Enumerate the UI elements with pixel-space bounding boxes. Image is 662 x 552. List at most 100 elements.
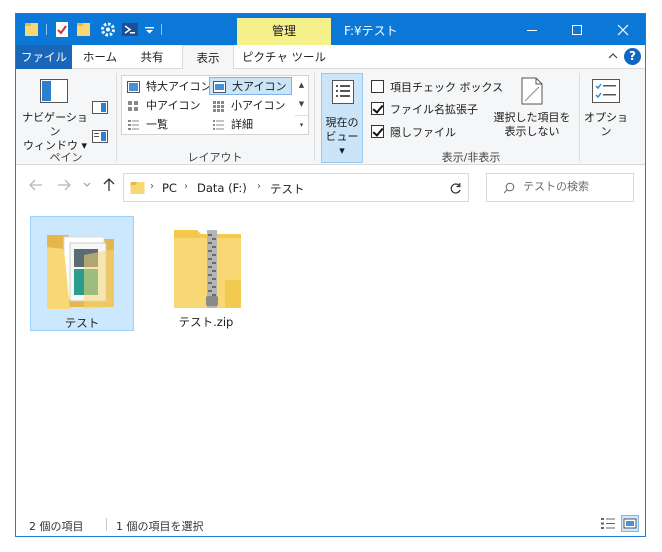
- title-bar: 管理 F:¥テスト: [16, 14, 645, 45]
- minimize-button[interactable]: [509, 14, 555, 45]
- current-view-label-1: 現在の: [325, 116, 359, 129]
- gear-icon[interactable]: [100, 21, 116, 38]
- file-name: テスト: [64, 316, 100, 330]
- properties-icon[interactable]: [54, 21, 70, 38]
- qat-separator: [161, 24, 162, 35]
- folder-icon[interactable]: [24, 21, 40, 38]
- layout-large-icons[interactable]: 大アイコン: [209, 77, 292, 95]
- breadcrumb-folder[interactable]: テスト: [270, 181, 305, 197]
- search-box[interactable]: [486, 173, 634, 202]
- tab-view[interactable]: 表示: [182, 45, 234, 70]
- breadcrumb-separator: ›: [184, 181, 188, 192]
- list-icon: [128, 120, 139, 130]
- close-icon: [617, 24, 629, 35]
- refresh-icon: [450, 183, 461, 194]
- layout-details[interactable]: 詳細: [209, 116, 292, 134]
- details-pane-icon[interactable]: [92, 130, 108, 143]
- recent-locations-chevron-icon[interactable]: [83, 182, 91, 188]
- help-icon[interactable]: ?: [624, 48, 641, 65]
- group-separator: [579, 73, 580, 161]
- maximize-button[interactable]: [554, 14, 600, 45]
- hide-selected-label-1: 選択した項目を: [493, 111, 571, 124]
- layout-list[interactable]: 一覧: [124, 116, 207, 134]
- minimize-icon: [527, 29, 537, 31]
- layout-label: 中アイコン: [146, 99, 201, 112]
- layout-gallery: 特大アイコン 大アイコン 中アイコン 小アイコン 一覧 詳細 ▲ ▼ ▾: [121, 75, 309, 135]
- current-view-icon: [332, 80, 354, 104]
- item-count: 2 個の項目: [29, 520, 84, 533]
- breadcrumb-separator: ›: [150, 181, 154, 192]
- details-icon: [213, 120, 224, 130]
- refresh-button[interactable]: [442, 173, 469, 202]
- tab-share[interactable]: 共有: [128, 45, 176, 69]
- explorer-window: 管理 F:¥テスト ファイル ホーム 共有 表示 ピクチャ ツール ? ナビゲー…: [15, 13, 646, 537]
- layout-small-icons[interactable]: 小アイコン: [209, 97, 292, 115]
- file-name: テスト.zip: [178, 315, 234, 329]
- details-view-icon[interactable]: [599, 515, 617, 532]
- current-view-button[interactable]: 現在の ビュー ▾: [321, 73, 363, 163]
- group-label-layout: レイアウト: [187, 151, 243, 164]
- close-button[interactable]: [600, 14, 645, 45]
- layout-scroll-down[interactable]: ▼: [295, 95, 308, 114]
- group-separator: [116, 73, 117, 161]
- group-separator: [314, 73, 315, 161]
- options-icon: [592, 79, 620, 103]
- status-separator: [106, 518, 107, 531]
- file-list: テスト テスト.zip: [16, 208, 645, 510]
- preview-pane-icon[interactable]: [92, 101, 108, 114]
- folder-icon: [130, 182, 145, 194]
- file-extensions-checkbox[interactable]: [371, 102, 384, 115]
- qat-separator: [46, 24, 47, 35]
- maximize-icon: [572, 24, 582, 35]
- ribbon-tabs: ファイル ホーム 共有 表示 ピクチャ ツール ?: [16, 45, 645, 70]
- navigation-pane-icon: [40, 79, 68, 103]
- group-label-panes: ペイン: [49, 151, 83, 164]
- up-arrow-icon[interactable]: [102, 178, 116, 192]
- back-arrow-icon[interactable]: [29, 178, 43, 192]
- folder-icon: [47, 235, 114, 309]
- layout-label: 大アイコン: [232, 80, 287, 93]
- ribbon-collapse-icon[interactable]: [607, 49, 619, 63]
- item-checkboxes-checkbox[interactable]: [371, 80, 384, 93]
- status-bar: 2 個の項目 1 個の項目を選択: [16, 510, 645, 536]
- layout-medium-icons[interactable]: 中アイコン: [124, 97, 207, 115]
- breadcrumb-drive[interactable]: Data (F:): [197, 181, 247, 195]
- window-title: F:¥テスト: [344, 24, 398, 38]
- hide-selected-icon: [521, 77, 543, 105]
- selection-count: 1 個の項目を選択: [116, 520, 204, 533]
- tab-home[interactable]: ホーム: [76, 45, 124, 69]
- medium-icons-icon: [128, 101, 138, 111]
- forward-arrow-icon[interactable]: [57, 178, 71, 192]
- large-icons-view-icon[interactable]: [621, 515, 639, 532]
- list-item[interactable]: テスト: [30, 216, 134, 331]
- layout-expand[interactable]: ▾: [295, 115, 308, 135]
- navigation-pane-button[interactable]: ナビゲーション ウィンドウ ▾: [20, 111, 90, 153]
- address-bar[interactable]: › PC › Data (F:) › テスト: [123, 173, 538, 202]
- layout-extra-large-icons[interactable]: 特大アイコン: [124, 78, 211, 96]
- hidden-items-label: 隠しファイル: [390, 126, 456, 139]
- search-input[interactable]: [523, 180, 627, 193]
- list-item[interactable]: テスト.zip: [154, 216, 258, 331]
- item-checkboxes-label: 項目チェック ボックス: [390, 81, 504, 94]
- layout-scroll-up[interactable]: ▲: [295, 76, 308, 95]
- small-icons-icon: [213, 101, 224, 112]
- tab-picture-tools[interactable]: ピクチャ ツール: [238, 45, 330, 69]
- powershell-icon[interactable]: [122, 21, 138, 38]
- hidden-items-checkbox[interactable]: [371, 125, 384, 138]
- breadcrumb-separator: ›: [257, 181, 261, 192]
- zip-folder-icon: [174, 230, 241, 308]
- contextual-tab-manage[interactable]: 管理: [237, 18, 331, 45]
- large-icons-icon: [213, 81, 226, 93]
- extra-large-icons-icon: [127, 81, 140, 93]
- hide-selected-button[interactable]: 選択した項目を 表示しない: [490, 111, 574, 139]
- layout-label: 一覧: [146, 118, 168, 131]
- new-folder-icon[interactable]: [76, 21, 92, 38]
- group-label-show-hide: 表示/非表示: [441, 151, 501, 164]
- search-icon: [503, 182, 515, 194]
- options-button[interactable]: オプション: [582, 111, 630, 139]
- nav-pane-label-1: ナビゲーション: [22, 111, 88, 138]
- hide-selected-label-2: 表示しない: [504, 125, 560, 138]
- qat-customize-icon[interactable]: [142, 21, 158, 38]
- tab-file[interactable]: ファイル: [16, 45, 72, 69]
- breadcrumb-pc[interactable]: PC: [162, 181, 177, 195]
